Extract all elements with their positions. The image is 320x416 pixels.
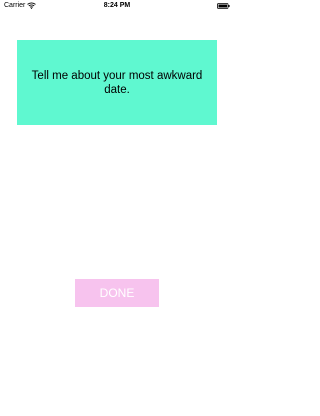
status-bar: Carrier 8:24 PM <box>0 0 234 12</box>
status-time: 8:24 PM <box>103 2 131 9</box>
prompt-text: Tell me about your most awkward date. <box>31 69 203 96</box>
done-button[interactable]: DONE <box>75 279 159 307</box>
battery-icon <box>217 3 230 9</box>
prompt-card: Tell me about your most awkward date. <box>17 40 217 125</box>
